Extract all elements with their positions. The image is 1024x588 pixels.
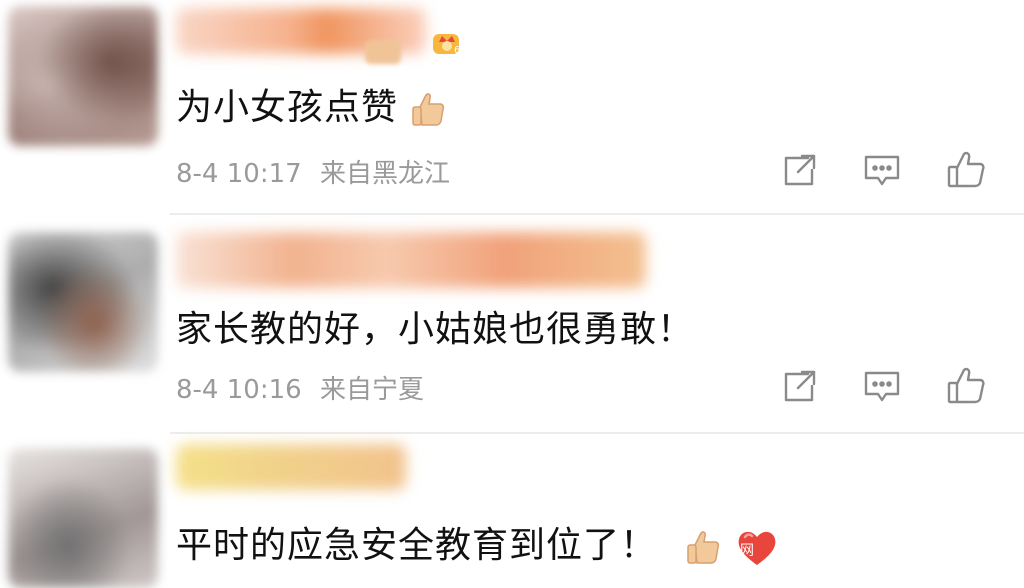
divider: [170, 213, 1024, 215]
avatar[interactable]: [8, 232, 158, 372]
reply-button[interactable]: [860, 148, 904, 192]
comment-meta: 8-4 10:17 来自黑龙江: [176, 153, 450, 190]
username-blurred[interactable]: [176, 232, 646, 288]
comment-item-2: 家长教的好，小姑娘也很勇敢！ 8-4 10:16 来自宁夏: [0, 216, 1024, 434]
comment-text: 平时的应急安全教育到位了！: [176, 516, 779, 568]
reply-button[interactable]: [860, 364, 904, 408]
comment-text-content: 家长教的好，小姑娘也很勇敢！: [176, 309, 695, 350]
comment-item-1: 6 为小女孩点赞 8-4 10:17 来自黑龙江: [0, 0, 1024, 214]
comment-text: 家长教的好，小姑娘也很勇敢！: [176, 300, 694, 352]
thumbs-up-icon: [947, 367, 985, 404]
comment-text: 为小女孩点赞: [176, 78, 448, 130]
comment-icon: [864, 155, 900, 186]
svg-text:6: 6: [454, 45, 460, 56]
avatar[interactable]: [8, 6, 158, 146]
like-button[interactable]: [944, 364, 988, 408]
watermark-text: 网: [740, 543, 754, 559]
thumbs-up-emoji: [412, 93, 445, 126]
avatar[interactable]: [8, 448, 158, 588]
comment-meta: 8-4 10:16 来自宁夏: [176, 369, 424, 406]
comment-date: 8-4 10:17: [176, 159, 302, 189]
username-blurred[interactable]: [176, 444, 406, 490]
user-level-badge: [365, 40, 401, 64]
comment-date: 8-4 10:16: [176, 375, 302, 405]
thumbs-up-emoji: [687, 531, 720, 564]
crown-badge-icon: 6: [433, 34, 460, 56]
thumbs-up-icon: [947, 151, 985, 188]
share-icon: [784, 370, 816, 402]
share-button[interactable]: [778, 364, 822, 408]
comment-text-content: 平时的应急安全教育到位了！: [176, 525, 658, 566]
comment-text-content: 为小女孩点赞: [176, 87, 399, 128]
comment-item-3: 平时的应急安全教育到位了！ 网: [0, 434, 1024, 588]
share-icon: [784, 154, 816, 186]
comment-icon: [864, 371, 900, 402]
comment-location: 来自黑龙江: [319, 159, 450, 189]
comment-location: 来自宁夏: [319, 375, 424, 405]
share-button[interactable]: [778, 148, 822, 192]
like-button[interactable]: [944, 148, 988, 192]
